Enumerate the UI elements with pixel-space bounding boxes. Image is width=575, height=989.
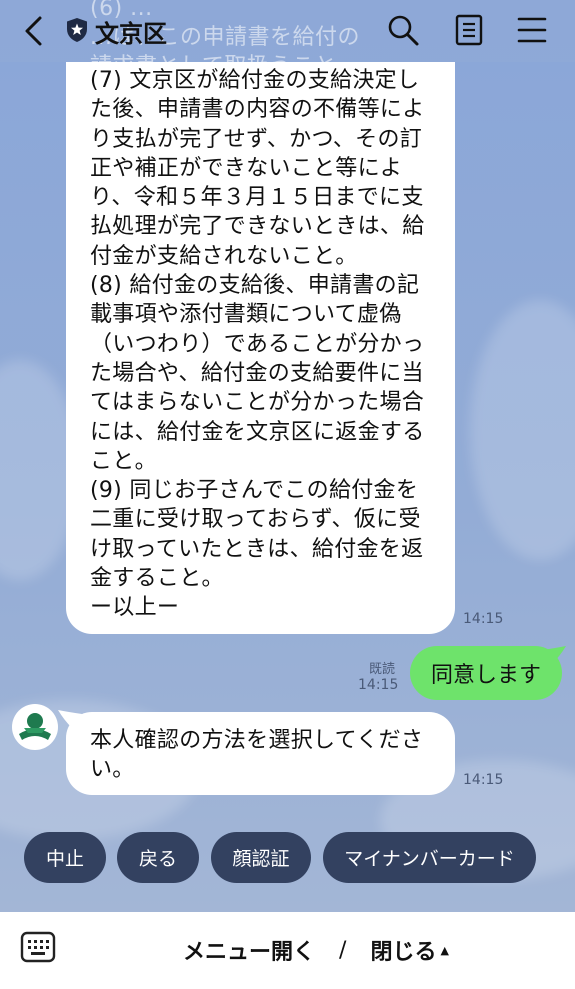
keyboard-icon[interactable]: [20, 931, 56, 963]
note-icon[interactable]: [452, 13, 486, 47]
bot-message-terms: (7) 文京区が給付金の支給決定した後、申請書の内容の不備等により支払が完了せず…: [66, 62, 455, 634]
menu-close-label: 閉じる: [370, 940, 437, 965]
message-timestamp: 14:15: [463, 772, 504, 788]
terms-end: ー以上ー: [90, 595, 180, 621]
message-timestamp: 14:15: [358, 677, 399, 693]
menu-separator: /: [339, 937, 347, 963]
search-icon[interactable]: [386, 13, 420, 47]
terms-item-9: (9) 同じお子さんでこの給付金を二重に受け取っておらず、仮に受け取っていたとき…: [90, 478, 424, 592]
quick-reply-cancel[interactable]: 中止: [24, 832, 106, 883]
read-receipt: 既読: [369, 662, 396, 677]
menu-icon[interactable]: [515, 13, 549, 47]
menu-open-label: メニュー開く: [183, 940, 316, 965]
terms-item-8: (8) 給付金の支給後、申請書の記載事項や添付書類について虚偽（いつわり）である…: [90, 273, 425, 474]
bunkyo-logo-icon: [13, 705, 57, 749]
bot-avatar[interactable]: [12, 704, 58, 750]
message-timestamp: 14:15: [463, 611, 504, 627]
rich-menu-toggle[interactable]: メニュー開く / 閉じる ▲: [183, 934, 449, 966]
user-message-agree: 同意します: [410, 646, 562, 700]
chat-title: 文京区: [95, 20, 167, 48]
quick-reply-my-number-card[interactable]: マイナンバーカード: [323, 832, 536, 883]
chat-header: (6) ... ...は、この申請書を給付の 請求書として取扱うこと。 文京区: [0, 0, 575, 79]
triangle-up-icon: ▲: [440, 943, 449, 957]
terms-item-7: (7) 文京区が給付金の支給決定した後、申請書の内容の不備等により支払が完了せず…: [90, 68, 425, 269]
quick-reply-face-auth[interactable]: 顔認証: [211, 832, 311, 883]
bot-message-identity: 本人確認の方法を選択してください。: [66, 712, 455, 795]
quick-reply-back[interactable]: 戻る: [117, 832, 199, 883]
bottom-menu-bar: メニュー開く / 閉じる ▲: [0, 912, 575, 989]
verified-shield-icon: [67, 18, 87, 42]
back-chevron-icon[interactable]: [18, 14, 52, 48]
